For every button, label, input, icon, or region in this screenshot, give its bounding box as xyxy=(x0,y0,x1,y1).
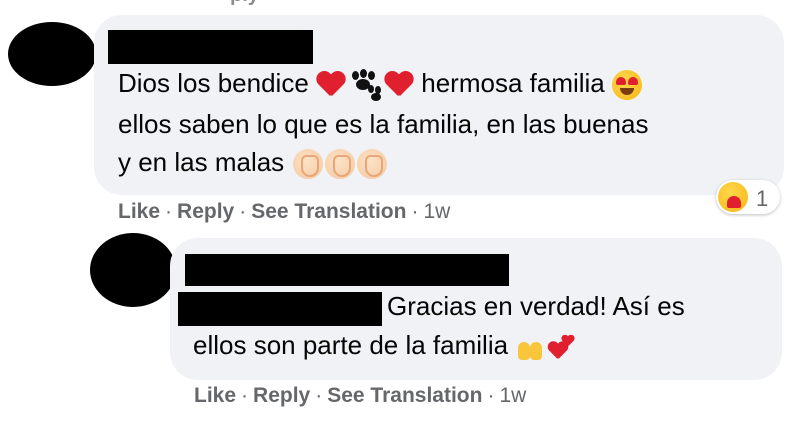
sparkling-hearts-icon xyxy=(545,334,571,360)
previous-reply-link-fragment[interactable]: ply xyxy=(230,0,370,6)
raised-hands-icon xyxy=(515,334,545,361)
avatar[interactable] xyxy=(90,233,176,307)
clapping-hands-icon xyxy=(357,149,388,180)
reaction-summary[interactable]: 1 xyxy=(716,180,780,214)
comment-text-line-2: ellos saben lo que es la familia, en las… xyxy=(118,109,649,139)
red-heart-icon xyxy=(316,70,346,100)
reply-text-line-2: ellos son parte de la familia xyxy=(193,325,571,365)
reaction-count: 1 xyxy=(756,186,769,211)
reply-button[interactable]: Reply xyxy=(253,384,310,407)
comment-thread: ply Dios los bendice hermosa familia ell… xyxy=(0,0,794,424)
heart-eyes-face-icon xyxy=(612,70,642,101)
redacted-author-name[interactable] xyxy=(185,254,509,286)
reply-text-line-1: Gracias en verdad! Así es xyxy=(387,291,685,321)
clapping-hands-icon xyxy=(293,149,324,180)
redacted-mention-tag[interactable] xyxy=(178,292,382,326)
reply-button[interactable]: Reply xyxy=(177,200,234,223)
timestamp[interactable]: 1w xyxy=(499,384,526,407)
timestamp[interactable]: 1w xyxy=(423,200,450,223)
see-translation-link[interactable]: See Translation xyxy=(327,384,482,407)
like-button[interactable]: Like xyxy=(118,200,160,223)
paw-prints-icon xyxy=(346,69,384,102)
comment-text-line-3: y en las malas xyxy=(118,142,388,182)
see-translation-link[interactable]: See Translation xyxy=(251,200,406,223)
comment-actions: Like · Reply · See Translation · 1w xyxy=(118,200,451,223)
reply-actions: Like · Reply · See Translation · 1w xyxy=(194,384,527,407)
clapping-hands-icon xyxy=(325,149,356,180)
like-button[interactable]: Like xyxy=(194,384,236,407)
care-face-icon xyxy=(718,182,748,212)
comment-text-line-1: Dios los bendice hermosa familia xyxy=(118,63,642,103)
avatar[interactable] xyxy=(8,22,96,86)
red-heart-icon xyxy=(384,70,414,100)
redacted-author-name[interactable] xyxy=(108,30,313,64)
